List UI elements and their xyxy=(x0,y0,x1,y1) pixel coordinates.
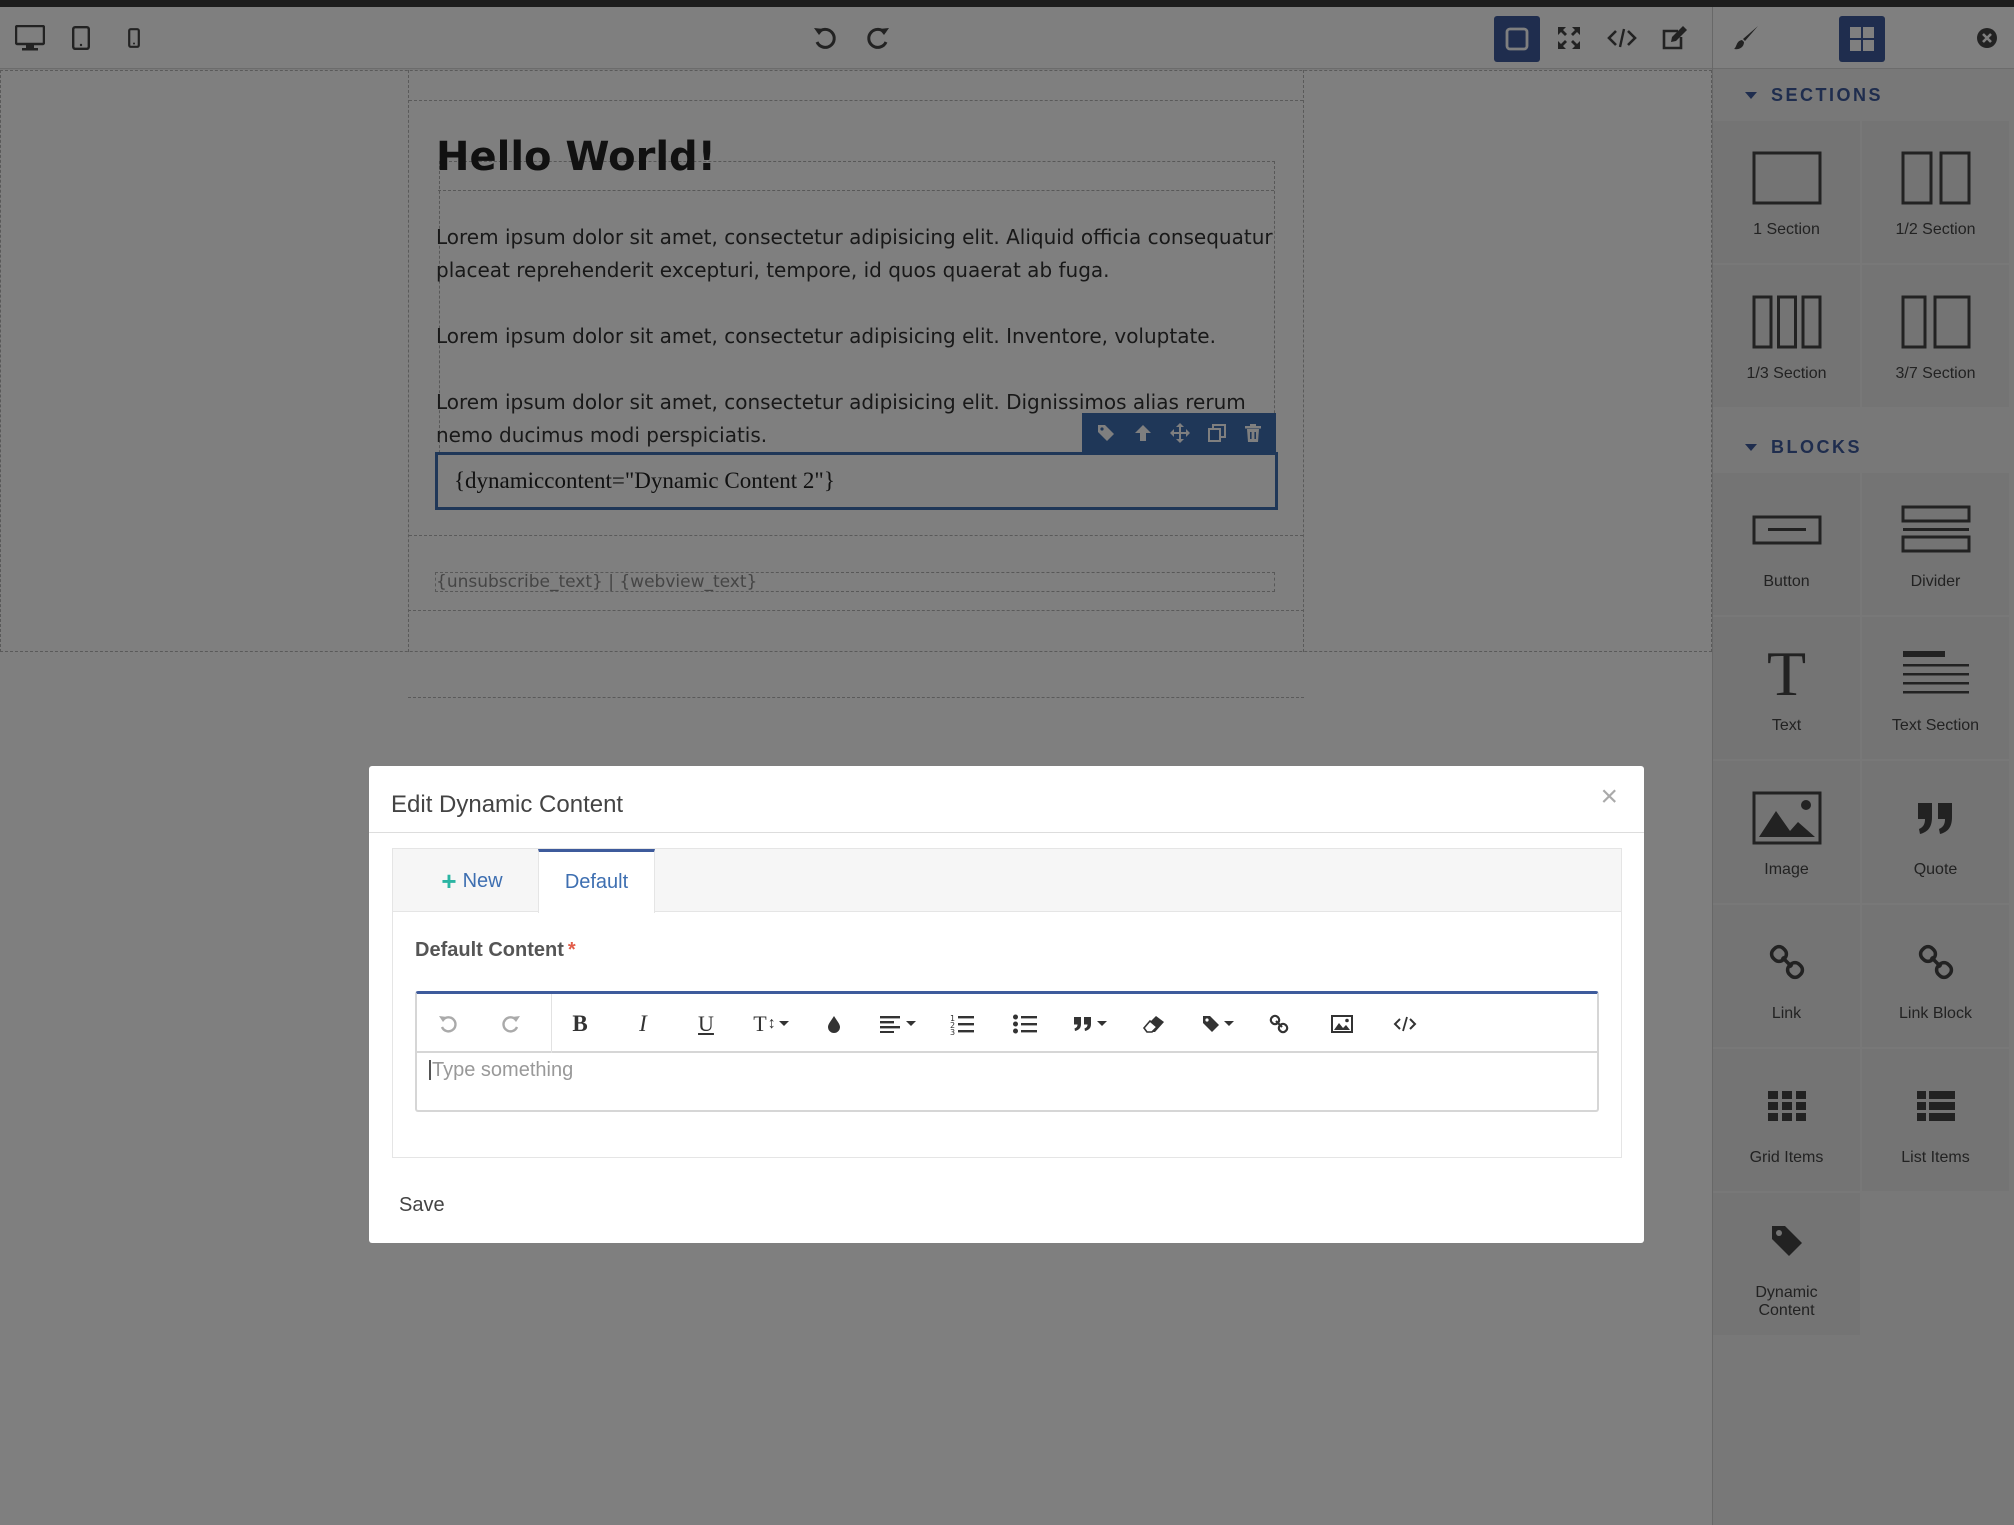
editor-toolbar: B I U T ↕ 123 xyxy=(417,994,1597,1053)
redo-icon[interactable] xyxy=(494,994,528,1053)
eraser-icon[interactable] xyxy=(1137,994,1171,1053)
bold-icon[interactable]: B xyxy=(563,994,597,1053)
default-content-label: Default Content * xyxy=(415,939,576,962)
tag-icon[interactable] xyxy=(1194,994,1242,1053)
variant-tab-bar: + New Default xyxy=(393,849,1621,913)
rich-text-editor: B I U T ↕ 123 Type something xyxy=(415,991,1599,1112)
edit-dynamic-content-modal: Edit Dynamic Content × + New Default Def… xyxy=(369,766,1644,1243)
editor-content-input[interactable]: Type something xyxy=(429,1060,573,1080)
align-icon[interactable] xyxy=(875,994,921,1053)
unordered-list-icon[interactable] xyxy=(1008,994,1042,1053)
tab-default[interactable]: Default xyxy=(538,849,655,913)
code-view-icon[interactable] xyxy=(1388,994,1422,1053)
toolbar-separator xyxy=(551,994,552,1053)
tab-new-label: New xyxy=(462,869,503,892)
ordered-list-icon[interactable]: 123 xyxy=(945,994,979,1053)
tab-new[interactable]: + New xyxy=(405,849,539,913)
modal-header-divider xyxy=(369,832,1644,833)
modal-title: Edit Dynamic Content xyxy=(391,791,624,818)
svg-text:3: 3 xyxy=(950,1028,955,1035)
italic-icon[interactable]: I xyxy=(626,994,660,1053)
font-size-icon[interactable]: T ↕ xyxy=(747,994,795,1053)
underline-icon[interactable]: U xyxy=(689,994,723,1053)
undo-icon[interactable] xyxy=(431,994,465,1053)
image-icon[interactable] xyxy=(1325,994,1359,1053)
tab-default-label: Default xyxy=(564,871,629,893)
save-button[interactable]: Save xyxy=(399,1194,445,1217)
field-label-text: Default Content xyxy=(415,939,564,961)
link-icon[interactable] xyxy=(1262,994,1296,1053)
close-icon[interactable]: × xyxy=(1600,782,1618,812)
color-icon[interactable] xyxy=(817,994,851,1053)
required-marker: * xyxy=(567,939,576,961)
plus-icon: + xyxy=(441,866,457,896)
dynamic-content-panel: + New Default Default Content * B I U T … xyxy=(392,848,1622,1158)
modal-backdrop[interactable] xyxy=(0,0,2014,1525)
blockquote-icon[interactable] xyxy=(1066,994,1114,1053)
